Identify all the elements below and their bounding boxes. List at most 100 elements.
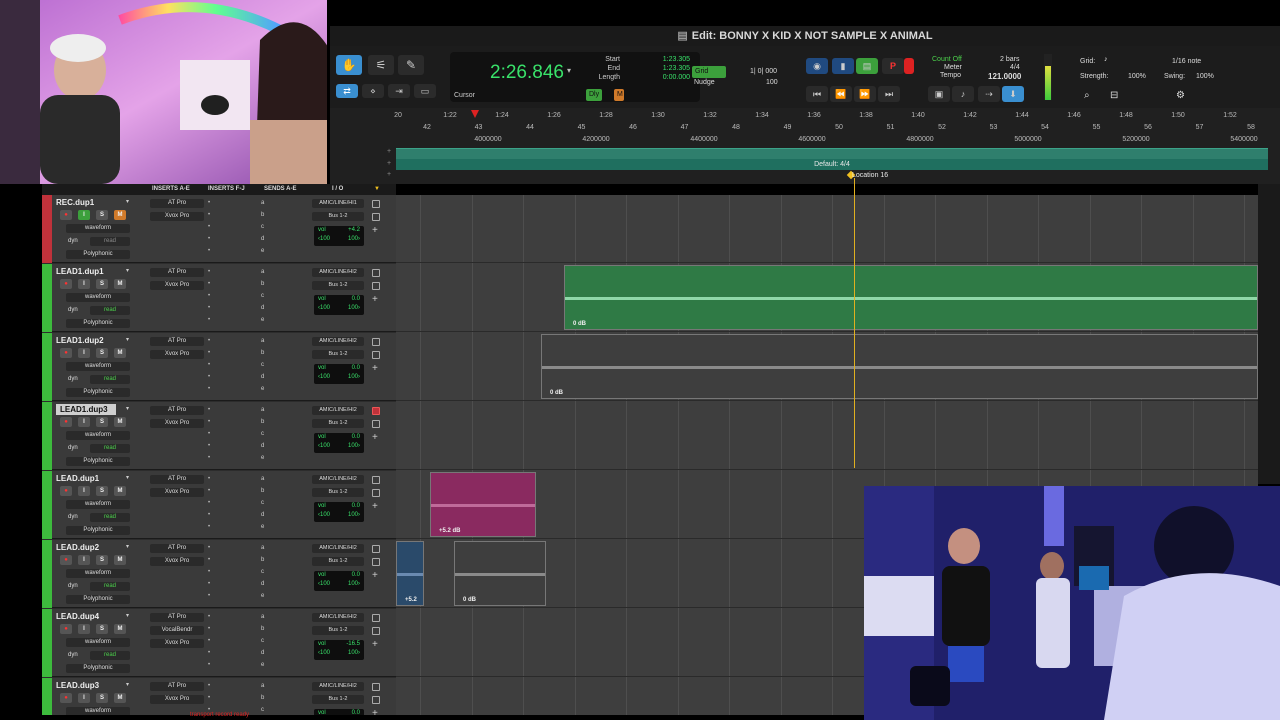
mirror-icon[interactable]: ▭	[414, 84, 436, 98]
input-monitor-icon[interactable]: I	[78, 486, 90, 496]
fast-forward-icon[interactable]: ⏩	[854, 86, 876, 102]
output-selector[interactable]: Bus 1-2	[312, 281, 364, 290]
zoom-out-icon[interactable]: ⊟	[1110, 90, 1118, 101]
pan-right-value[interactable]: 100›	[348, 443, 360, 449]
volume-pan-display[interactable]: vol 0.0 ‹100 100›	[314, 433, 364, 453]
nudge-value[interactable]: 100	[766, 79, 778, 86]
volume-value[interactable]: 0.0	[352, 503, 360, 509]
send-d[interactable]: d	[261, 305, 264, 311]
track-output-icon[interactable]	[372, 213, 380, 221]
send-c[interactable]: c	[261, 293, 264, 299]
track-output-icon[interactable]	[372, 627, 380, 635]
conductor-icon[interactable]: ▣	[928, 86, 950, 102]
send-d[interactable]: d	[261, 236, 264, 242]
send-a[interactable]: a	[261, 407, 264, 413]
track-menu-chevron-icon[interactable]: ▾	[126, 474, 129, 481]
track-view-selector[interactable]: waveform	[66, 224, 130, 233]
clip-gain-label[interactable]: 0 dB	[573, 321, 586, 327]
send-a[interactable]: a	[261, 338, 264, 344]
playhead-marker-icon[interactable]	[471, 110, 479, 118]
pan-left-value[interactable]: ‹100	[318, 305, 330, 311]
insert-b[interactable]: Xvox Pro	[150, 281, 204, 290]
insert-a[interactable]: AT Pro	[150, 544, 204, 553]
track-io-icon[interactable]	[372, 545, 380, 553]
input-monitor-icon[interactable]: I	[78, 279, 90, 289]
mute-icon[interactable]: M	[114, 555, 126, 565]
volume-value[interactable]: 0.0	[352, 434, 360, 440]
midi-merge-icon[interactable]: M	[614, 89, 624, 101]
volume-value[interactable]: 0.0	[352, 365, 360, 371]
add-send-plus-icon[interactable]: +	[372, 225, 378, 236]
automation-mode[interactable]: read	[90, 513, 130, 522]
send-c[interactable]: c	[261, 431, 264, 437]
clip-gain-label[interactable]: +5.2	[405, 597, 417, 603]
send-e[interactable]: e	[261, 317, 264, 323]
record-enable-icon[interactable]: ●	[60, 348, 72, 358]
elastic-audio-mode[interactable]: Polyphonic	[66, 664, 130, 673]
send-d[interactable]: d	[261, 650, 264, 656]
input-selector[interactable]: AMIC/LINE/HI2	[312, 475, 364, 484]
dly-indicator[interactable]: Dly	[586, 89, 603, 101]
insert-b[interactable]: Xvox Pro	[150, 212, 204, 221]
insert-b[interactable]: Xvox Pro	[150, 695, 204, 704]
tempo-value[interactable]: 121.0000	[988, 72, 1021, 81]
insert-b[interactable]: Xvox Pro	[150, 350, 204, 359]
track-view-selector[interactable]: waveform	[66, 569, 130, 578]
insert-a[interactable]: AT Pro	[150, 199, 204, 208]
midi-grid-note[interactable]: 1/16 note	[1172, 58, 1201, 65]
send-e[interactable]: e	[261, 593, 264, 599]
count-off-label[interactable]: Count Off	[932, 56, 962, 63]
track-output-icon[interactable]	[372, 489, 380, 497]
solo-icon[interactable]: S	[96, 210, 108, 220]
mute-icon[interactable]: M	[114, 417, 126, 427]
automation-mode[interactable]: read	[90, 237, 130, 246]
track-color-strip[interactable]	[42, 471, 52, 539]
settings-gear-icon[interactable]: ⚙	[1176, 90, 1185, 101]
elastic-audio-mode[interactable]: Polyphonic	[66, 388, 130, 397]
swing-value[interactable]: 100%	[1196, 73, 1214, 80]
meter-ruler-plus-icon[interactable]: +	[387, 160, 391, 167]
input-monitor-icon[interactable]: I	[78, 555, 90, 565]
automation-mode[interactable]: read	[90, 444, 130, 453]
pencil-tool-icon[interactable]: ✎	[398, 55, 424, 75]
elastic-audio-mode[interactable]: Polyphonic	[66, 319, 130, 328]
track-menu-chevron-icon[interactable]: ▾	[126, 336, 129, 343]
audio-clip[interactable]: +5.2	[396, 541, 424, 606]
record-enable-icon[interactable]: ●	[60, 279, 72, 289]
insert-a[interactable]: AT Pro	[150, 613, 204, 622]
elastic-audio-mode[interactable]: Polyphonic	[66, 457, 130, 466]
track-menu-chevron-icon[interactable]: ▾	[126, 267, 129, 274]
record-arm-icon[interactable]	[904, 58, 914, 74]
add-send-plus-icon[interactable]: +	[372, 708, 378, 715]
add-send-plus-icon[interactable]: +	[372, 639, 378, 650]
track-menu-chevron-icon[interactable]: ▾	[126, 198, 129, 205]
mute-icon[interactable]: M	[114, 486, 126, 496]
audio-clip[interactable]: 0 dB	[541, 334, 1258, 399]
send-c[interactable]: c	[261, 362, 264, 368]
volume-pan-display[interactable]: vol 0.0 ‹100 100›	[314, 295, 364, 315]
tempo-ruler-plus-icon[interactable]: +	[387, 148, 391, 155]
volume-pan-display[interactable]: vol 0.0 ‹100 100›	[314, 709, 364, 715]
volume-pan-display[interactable]: vol 0.0 ‹100 100›	[314, 502, 364, 522]
solo-icon[interactable]: S	[96, 486, 108, 496]
track-io-icon[interactable]	[372, 476, 380, 484]
pan-left-value[interactable]: ‹100	[318, 236, 330, 242]
pan-left-value[interactable]: ‹100	[318, 374, 330, 380]
wait-for-note-icon[interactable]: ▤	[856, 58, 878, 74]
track-output-icon[interactable]	[372, 696, 380, 704]
volume-pan-display[interactable]: vol 0.0 ‹100 100›	[314, 364, 364, 384]
track-view-selector[interactable]: waveform	[66, 638, 130, 647]
input-monitor-icon[interactable]: I	[78, 624, 90, 634]
output-selector[interactable]: Bus 1-2	[312, 626, 364, 635]
end-value[interactable]: 1:23.305	[630, 65, 690, 72]
track-view-selector[interactable]: waveform	[66, 362, 130, 371]
grabber-tool-icon[interactable]: ✋	[336, 55, 362, 75]
punch-record-icon[interactable]: P	[882, 58, 904, 74]
volume-pan-display[interactable]: vol +4.2 ‹100 100›	[314, 226, 364, 246]
grid-label[interactable]: Grid	[692, 66, 726, 78]
send-c[interactable]: c	[261, 638, 264, 644]
marker-ruler-plus-icon[interactable]: +	[387, 171, 391, 178]
record-enable-icon[interactable]: ●	[60, 693, 72, 703]
meter-ruler-lane[interactable]: Default: 4/4	[396, 159, 1268, 170]
mute-icon[interactable]: M	[114, 279, 126, 289]
